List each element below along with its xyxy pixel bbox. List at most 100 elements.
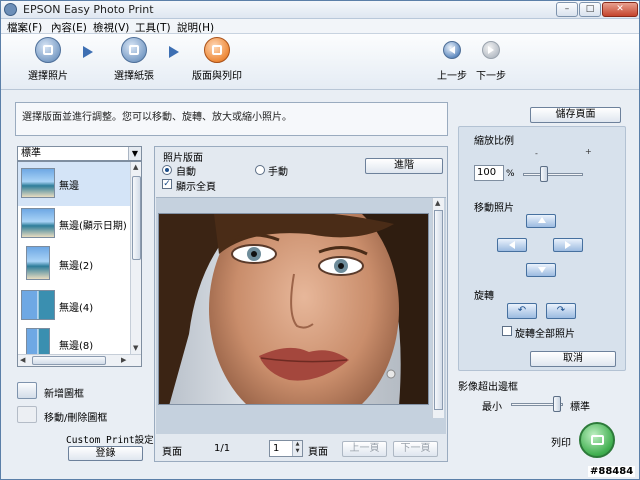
scroll-left-icon[interactable]: ◀ [20,356,25,364]
list-item[interactable]: 無邊(2) [18,242,130,286]
chevron-down-icon[interactable]: ▼ [128,147,141,160]
step-label: 選擇紙張 [114,71,154,82]
step-select-paper[interactable]: 選擇紙張 [109,37,159,82]
close-button[interactable]: ✕ [602,2,638,17]
rotate-left-button[interactable]: ↶ [507,303,537,319]
back-label: 上一步 [437,71,467,82]
title-bar[interactable]: EPSON Easy Photo Print – □ ✕ [1,1,639,19]
zoom-plus-label: + [585,147,592,156]
custom-print-label: Custom Print設定 [66,435,154,446]
menu-tools[interactable]: 工具(T) [135,20,171,35]
move-delete-frame-button[interactable]: 移動/刪除圖框 [17,406,137,424]
page-navigator: 頁面 1/1 1 ▲ ▼ 頁面 上一頁 下一頁 [156,440,446,460]
save-page-button[interactable]: 儲存頁面 [530,107,621,123]
page-suffix: 頁面 [308,447,328,458]
zoom-slider-track[interactable] [523,173,583,176]
maximize-button[interactable]: □ [579,2,601,17]
step-toolbar: 選擇照片 選擇紙張 版面與列印 上一步 下一步 [1,34,639,90]
step-label: 選擇照片 [28,71,68,82]
image-id-watermark: #88484 [588,466,636,477]
move-left-button[interactable] [497,238,527,252]
layout-list-hscrollbar[interactable]: ◀ ▶ [18,354,141,366]
arrow-right-icon [565,241,571,249]
print-label: 列印 [551,438,571,449]
portrait-photo [159,214,428,404]
scrollbar-thumb[interactable] [132,176,141,260]
page-count: 1/1 [214,443,231,454]
register-button[interactable]: 登錄 [68,446,143,461]
add-frame-label: 新增圖框 [44,389,84,400]
move-right-button[interactable] [553,238,583,252]
next-button[interactable]: 下一步 [474,37,508,82]
prev-page-button[interactable]: 上一頁 [342,441,387,457]
layout-thumbnail [26,246,50,280]
layout-category-value: 標準 [21,148,41,159]
move-delete-frame-icon [17,406,37,423]
photo-preview[interactable] [158,213,429,405]
expansion-title: 影像超出邊框 [458,382,518,393]
expansion-standard-label: 標準 [570,402,590,413]
step-select-photo[interactable]: 選擇照片 [23,37,73,82]
zoom-title: 縮放比例 [474,136,514,147]
menu-bar: 檔案(F) 內容(E) 檢視(V) 工具(T) 說明(H) [1,19,639,34]
manual-radio[interactable] [255,165,265,175]
scroll-right-icon[interactable]: ▶ [121,356,126,364]
scroll-down-icon[interactable]: ▼ [133,344,138,352]
next-page-button[interactable]: 下一頁 [393,441,438,457]
layout-list-scrollbar[interactable]: ▲ ▼ [130,162,141,354]
layout-category-select[interactable]: 標準 ▼ [17,146,142,161]
advanced-button[interactable]: 進階 [365,158,443,174]
zoom-value-input[interactable]: 100 [474,165,504,181]
minimize-button[interactable]: – [556,2,578,17]
spinner-arrows-icon[interactable]: ▲ ▼ [292,441,302,456]
auto-radio[interactable] [162,165,172,175]
preview-area: ▲ [156,197,446,434]
move-delete-frame-label: 移動/刪除圖框 [44,413,108,424]
list-item[interactable]: 無邊 [18,162,130,206]
list-item[interactable]: 無邊(顯示日期) [18,202,130,246]
add-frame-button[interactable]: 新增圖框 [17,382,137,400]
step-layout-print[interactable]: 版面與列印 [189,37,245,82]
page-spinner[interactable]: 1 ▲ ▼ [269,440,303,457]
print-button[interactable] [579,422,615,458]
rotate-all-checkbox[interactable] [502,326,512,336]
scrollbar-thumb[interactable] [434,210,443,410]
layout-label: 無邊 [59,181,79,192]
step-arrow-icon [83,46,93,58]
auto-label: 自動 [176,167,196,178]
cancel-button[interactable]: 取消 [530,351,616,367]
menu-help[interactable]: 說明(H) [177,20,214,35]
show-full-page-label: 顯示全頁 [176,182,216,193]
scrollbar-thumb[interactable] [32,356,106,365]
rotate-all-label: 旋轉全部照片 [515,329,575,340]
menu-view[interactable]: 檢視(V) [93,20,129,35]
expansion-min-label: 最小 [482,402,502,413]
menu-edit[interactable]: 內容(E) [51,20,87,35]
move-down-button[interactable] [526,263,556,277]
show-full-page-checkbox[interactable]: ✓ [162,179,172,189]
step-arrow-icon [169,46,179,58]
back-icon [443,41,461,59]
layout-thumbnail [21,208,55,238]
layout-label: 無邊(顯示日期) [59,221,127,232]
scroll-up-icon[interactable]: ▲ [435,199,440,207]
next-icon [482,41,500,59]
expansion-slider-thumb[interactable] [553,396,561,412]
layout-print-icon [204,37,230,63]
scroll-up-icon[interactable]: ▲ [133,163,138,171]
move-up-button[interactable] [526,214,556,228]
arrow-down-icon [538,267,546,273]
menu-file[interactable]: 檔案(F) [7,20,42,35]
zoom-minus-label: - [535,149,538,158]
preview-scrollbar[interactable]: ▲ [432,198,444,418]
zoom-slider-thumb[interactable] [540,166,548,182]
rotate-right-button[interactable]: ↷ [546,303,576,319]
layout-label: 無邊(8) [59,341,94,352]
layout-label: 無邊(4) [59,303,94,314]
page-input-value: 1 [273,443,280,454]
step-label: 版面與列印 [192,71,242,82]
page-label: 頁面 [162,447,182,458]
back-button[interactable]: 上一步 [435,37,469,82]
rotate-right-icon: ↷ [556,305,566,316]
app-icon[interactable] [4,3,17,16]
